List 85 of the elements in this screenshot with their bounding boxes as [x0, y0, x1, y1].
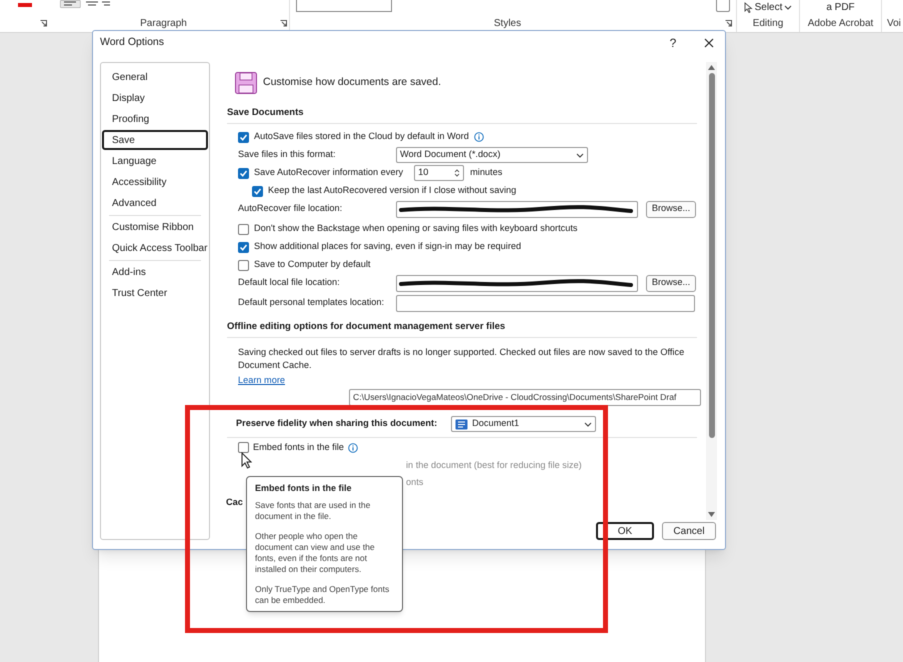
checkbox[interactable]	[238, 132, 249, 142]
sidebar-item[interactable]: Language	[102, 151, 208, 171]
window-title: Word Options	[100, 35, 165, 50]
paragraph-alignment-icons-drawing	[60, 0, 110, 8]
tooltip-text: Save fonts that are used in the document in the file.	[255, 500, 372, 522]
format-dropdown[interactable]: Word Document (*.docx)	[396, 147, 588, 163]
checkbox-label: Save to Computer by default	[254, 258, 370, 272]
field-label: Default local file location:	[238, 276, 341, 290]
group-label: Paragraph	[139, 17, 188, 32]
sidebar-item[interactable]: General	[102, 67, 208, 87]
close-button[interactable]	[703, 37, 715, 49]
path-field[interactable]	[396, 200, 638, 218]
mouse-pointer-icon	[241, 452, 252, 469]
pointer-icon	[744, 2, 753, 14]
dialog-launcher-icon	[725, 20, 732, 28]
scrollbar-thumb[interactable]	[708, 73, 714, 438]
checkbox-label: Embed fonts in the file	[253, 440, 344, 454]
group-label: Editing	[752, 17, 784, 32]
templates-location-field[interactable]	[396, 294, 695, 312]
cancel-button[interactable]: Cancel	[662, 522, 716, 540]
checkbox[interactable]	[238, 168, 249, 178]
pdf-button[interactable]: a PDF	[826, 0, 855, 16]
gallery-scroll-button[interactable]	[716, 0, 730, 12]
check-icon	[239, 242, 248, 252]
checkbox[interactable]	[238, 224, 249, 234]
sidebar-item[interactable]: Display	[102, 88, 208, 108]
checkbox-label: Show additional places for saving, even if sign-in may be required	[254, 240, 522, 254]
section-heading: Offline editing options for document management server files	[227, 320, 506, 334]
section-heading: Preserve fidelity when sharing this document:	[236, 417, 438, 430]
checkbox[interactable]	[238, 442, 249, 454]
checkbox-label: in the document (best for reducing file size)	[406, 459, 582, 472]
checkbox-label: Save AutoRecover information every	[254, 166, 404, 180]
style-gallery-item[interactable]	[296, 0, 392, 12]
browse-button[interactable]: Browse...	[646, 274, 696, 292]
sidebar-item[interactable]: Advanced	[102, 193, 208, 213]
select-button[interactable]: Select	[744, 0, 792, 16]
sidebar-item[interactable]: Customise Ribbon	[102, 217, 208, 237]
group-label: Styles	[492, 17, 522, 32]
checkbox-label: Keep the last AutoRecovered version if I close without saving	[268, 184, 516, 198]
section-heading: Cac	[226, 496, 243, 509]
sidebar-item[interactable]: Trust Center	[102, 283, 208, 303]
checkbox-label: Don't show the Backstage when opening or saving files with keyboard shortcuts	[254, 222, 578, 236]
sidebar-item[interactable]: Save	[102, 130, 208, 150]
document-dropdown[interactable]: Document1	[451, 416, 596, 432]
spin-arrows-icon	[454, 168, 460, 178]
caret-icon	[576, 152, 584, 158]
checkbox-label: onts	[406, 476, 424, 490]
unit-label: minutes	[470, 166, 502, 180]
tooltip-title: Embed fonts in the file	[255, 482, 353, 495]
server-drafts-field[interactable]: C:\Users\IgnacioVegaMateos\OneDrive - CloudCrossing\Documents\SharePoint Draf	[349, 389, 701, 406]
checkbox[interactable]	[252, 186, 263, 196]
document-icon	[455, 418, 468, 430]
minutes-spinner[interactable]: 10	[414, 165, 464, 181]
field-label: Default personal templates location:	[238, 296, 386, 310]
dialog-launcher-icon	[40, 20, 47, 28]
scroll-up-icon	[708, 65, 715, 70]
check-icon	[239, 132, 248, 142]
sidebar-item[interactable]: Quick Access Toolbar	[102, 238, 208, 258]
checkbox[interactable]	[238, 260, 249, 270]
checkbox[interactable]	[238, 242, 249, 252]
font-color-icon	[18, 0, 32, 8]
field-label: Save files in this format:	[238, 148, 337, 162]
sidebar-item[interactable]: Accessibility	[102, 172, 208, 192]
tooltip-text: Other people who open the document can view and use the fonts, even if the fonts are not installed on their computers.	[255, 530, 376, 574]
scroll-down-icon	[708, 512, 715, 517]
close-icon	[704, 38, 714, 48]
sidebar-item[interactable]: Proofing	[102, 109, 208, 129]
learn-more-link[interactable]: Learn more	[238, 374, 285, 388]
scrollbar[interactable]	[706, 62, 717, 520]
field-label: AutoRecover file location:	[238, 202, 344, 216]
caret-icon	[584, 422, 592, 427]
checkbox-label: AutoSave files stored in the Cloud by default in Word	[254, 130, 469, 144]
section-heading: Save Documents	[227, 106, 304, 120]
caret-icon	[784, 5, 792, 10]
group-label: Voi	[887, 17, 902, 32]
browse-button[interactable]: Browse...	[646, 200, 696, 218]
dialog-launcher-icon	[280, 20, 287, 28]
help-button[interactable]: ?	[665, 34, 681, 52]
ok-button[interactable]: OK	[596, 522, 654, 540]
tooltip-text: Only TrueType and OpenType fonts can be embedded.	[255, 584, 390, 606]
sidebar-item[interactable]: Add-ins	[102, 262, 208, 282]
info-text: Saving checked out files to server drafts is no longer supported. Checked out files are now saved to the Office Document Cache.	[237, 346, 686, 372]
section-description: Customise how documents are saved.	[263, 75, 442, 90]
path-field[interactable]	[396, 274, 638, 292]
group-label: Adobe Acrobat	[808, 17, 874, 32]
